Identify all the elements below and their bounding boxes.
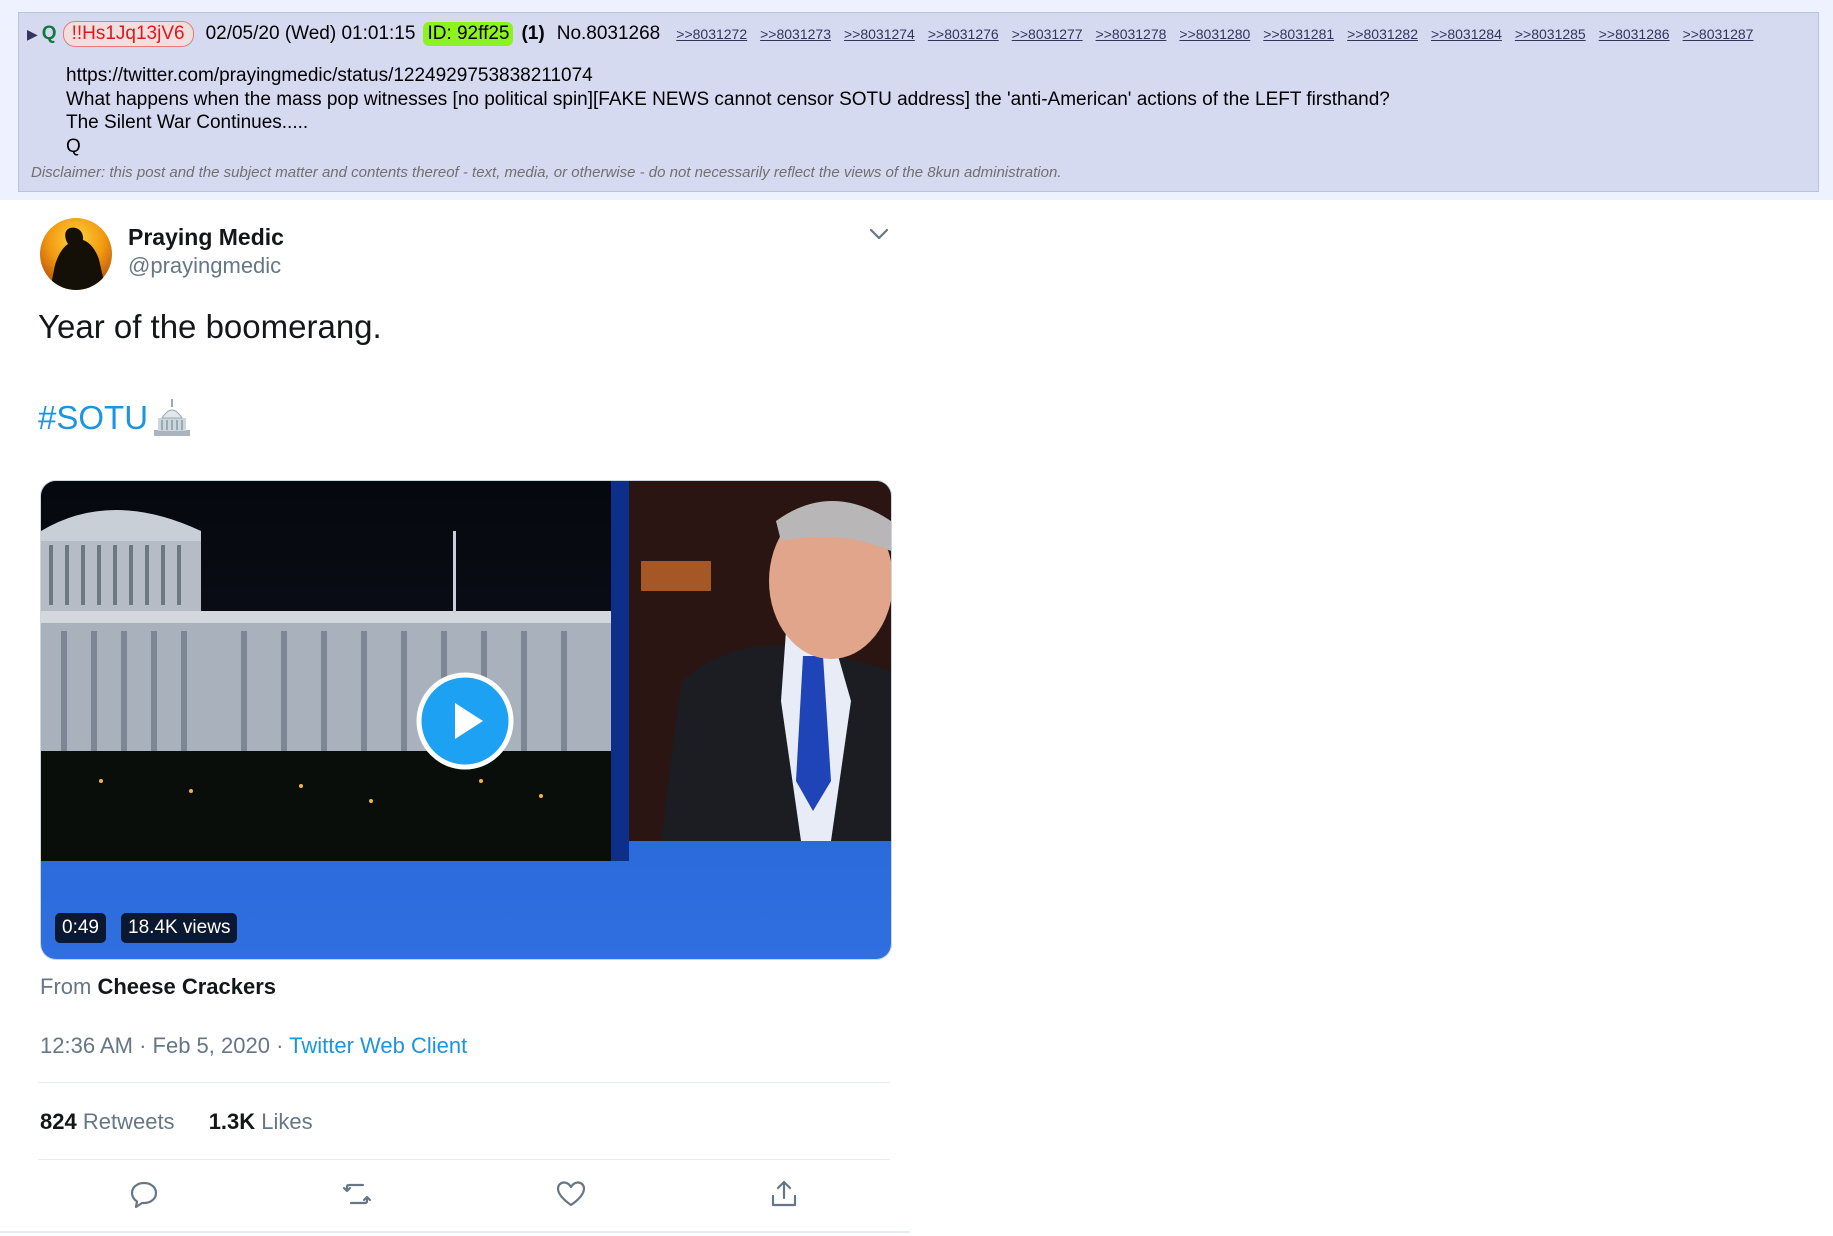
reply-count: (1)	[521, 23, 545, 44]
backlink[interactable]: >>8031276	[928, 26, 999, 42]
share-icon[interactable]	[768, 1178, 800, 1210]
backlink[interactable]: >>8031272	[676, 26, 747, 42]
embedded-tweet: Praying Medic @prayingmedic Year of the …	[0, 200, 910, 1236]
like-icon[interactable]	[555, 1178, 587, 1210]
video-source: From Cheese Crackers	[40, 974, 276, 1000]
backlink[interactable]: >>8031273	[760, 26, 831, 42]
retweet-icon[interactable]	[341, 1178, 373, 1210]
imageboard-post: ▶ Q !!Hs1Jq13jV6 02/05/20 (Wed) 01:01:15…	[18, 12, 1819, 192]
post-body-line: The Silent War Continues.....	[66, 112, 309, 133]
avatar-silhouette-icon	[40, 218, 112, 290]
likes-count: 1.3K	[208, 1109, 256, 1134]
hashtag-link[interactable]: #SOTU	[38, 399, 148, 437]
divider	[38, 1082, 890, 1083]
post-number-link[interactable]: No.8031268	[557, 23, 661, 45]
retweets-count: 824	[40, 1109, 77, 1134]
post-body: https://twitter.com/prayingmedic/status/…	[66, 64, 1390, 158]
backlink[interactable]: >>8031278	[1096, 26, 1167, 42]
capitol-emoji-icon	[154, 399, 191, 436]
backlink[interactable]: >>8031287	[1683, 26, 1754, 42]
reply-icon[interactable]	[128, 1178, 160, 1210]
chevron-down-icon[interactable]	[868, 226, 890, 242]
retweets-label: Retweets	[82, 1109, 175, 1134]
tweet-metadata: 12:36 AM · Feb 5, 2020 · Twitter Web Cli…	[40, 1033, 468, 1058]
backlink[interactable]: >>8031282	[1347, 26, 1418, 42]
backlink[interactable]: >>8031284	[1431, 26, 1502, 42]
post-date: 02/05/20 (Wed) 01:01:15	[205, 23, 416, 44]
imageboard-post-area: ▶ Q !!Hs1Jq13jV6 02/05/20 (Wed) 01:01:15…	[0, 0, 1833, 200]
backlink[interactable]: >>8031281	[1263, 26, 1334, 42]
tripcode: !!Hs1Jq13jV6	[62, 21, 194, 47]
video-duration-badge: 0:49	[55, 913, 106, 943]
video-views-badge: 18.4K views	[121, 913, 238, 943]
backlink[interactable]: >>8031280	[1179, 26, 1250, 42]
divider	[0, 1231, 910, 1233]
tweet-stats: 824 Retweets 1.3K Likes	[40, 1109, 341, 1135]
play-icon[interactable]	[415, 671, 515, 771]
backlink[interactable]: >>8031286	[1599, 26, 1670, 42]
tweet-date[interactable]: Feb 5, 2020	[153, 1033, 270, 1058]
post-body-link[interactable]: https://twitter.com/prayingmedic/status/…	[66, 64, 1390, 88]
video-source-account-link[interactable]: Cheese Crackers	[97, 974, 276, 999]
likes-label: Likes	[261, 1109, 313, 1134]
poster-name: Q	[41, 23, 57, 44]
post-body-line: What happens when the mass pop witnesses…	[66, 88, 1390, 110]
backlink[interactable]: >>8031277	[1012, 26, 1083, 42]
tweet-hashtag-row[interactable]: #SOTU	[38, 396, 194, 440]
tweet-video[interactable]: 0:49 18.4K views	[40, 480, 892, 960]
post-disclaimer: Disclaimer: this post and the subject ma…	[31, 164, 1062, 181]
backlink[interactable]: >>8031274	[844, 26, 915, 42]
post-body-signature: Q	[66, 135, 81, 157]
tweet-author-handle[interactable]: @prayingmedic	[128, 253, 281, 279]
poster-id-badge[interactable]: ID: 92ff25	[423, 22, 514, 46]
tweet-time[interactable]: 12:36 AM	[40, 1033, 133, 1058]
likes-stat[interactable]: 1.3K Likes	[209, 1109, 313, 1134]
tweet-text: Year of the boomerang.	[38, 308, 382, 345]
video-source-prefix: From	[40, 974, 92, 999]
tweet-author-name[interactable]: Praying Medic	[128, 224, 284, 251]
retweets-stat[interactable]: 824 Retweets	[40, 1109, 181, 1134]
avatar[interactable]	[40, 218, 112, 290]
divider	[38, 1159, 890, 1160]
tweet-client-link[interactable]: Twitter Web Client	[289, 1033, 467, 1058]
expand-triangle-icon[interactable]: ▶	[27, 26, 38, 43]
post-header: ▶ Q !!Hs1Jq13jV6 02/05/20 (Wed) 01:01:15…	[27, 21, 1817, 47]
backlink[interactable]: >>8031285	[1515, 26, 1586, 42]
